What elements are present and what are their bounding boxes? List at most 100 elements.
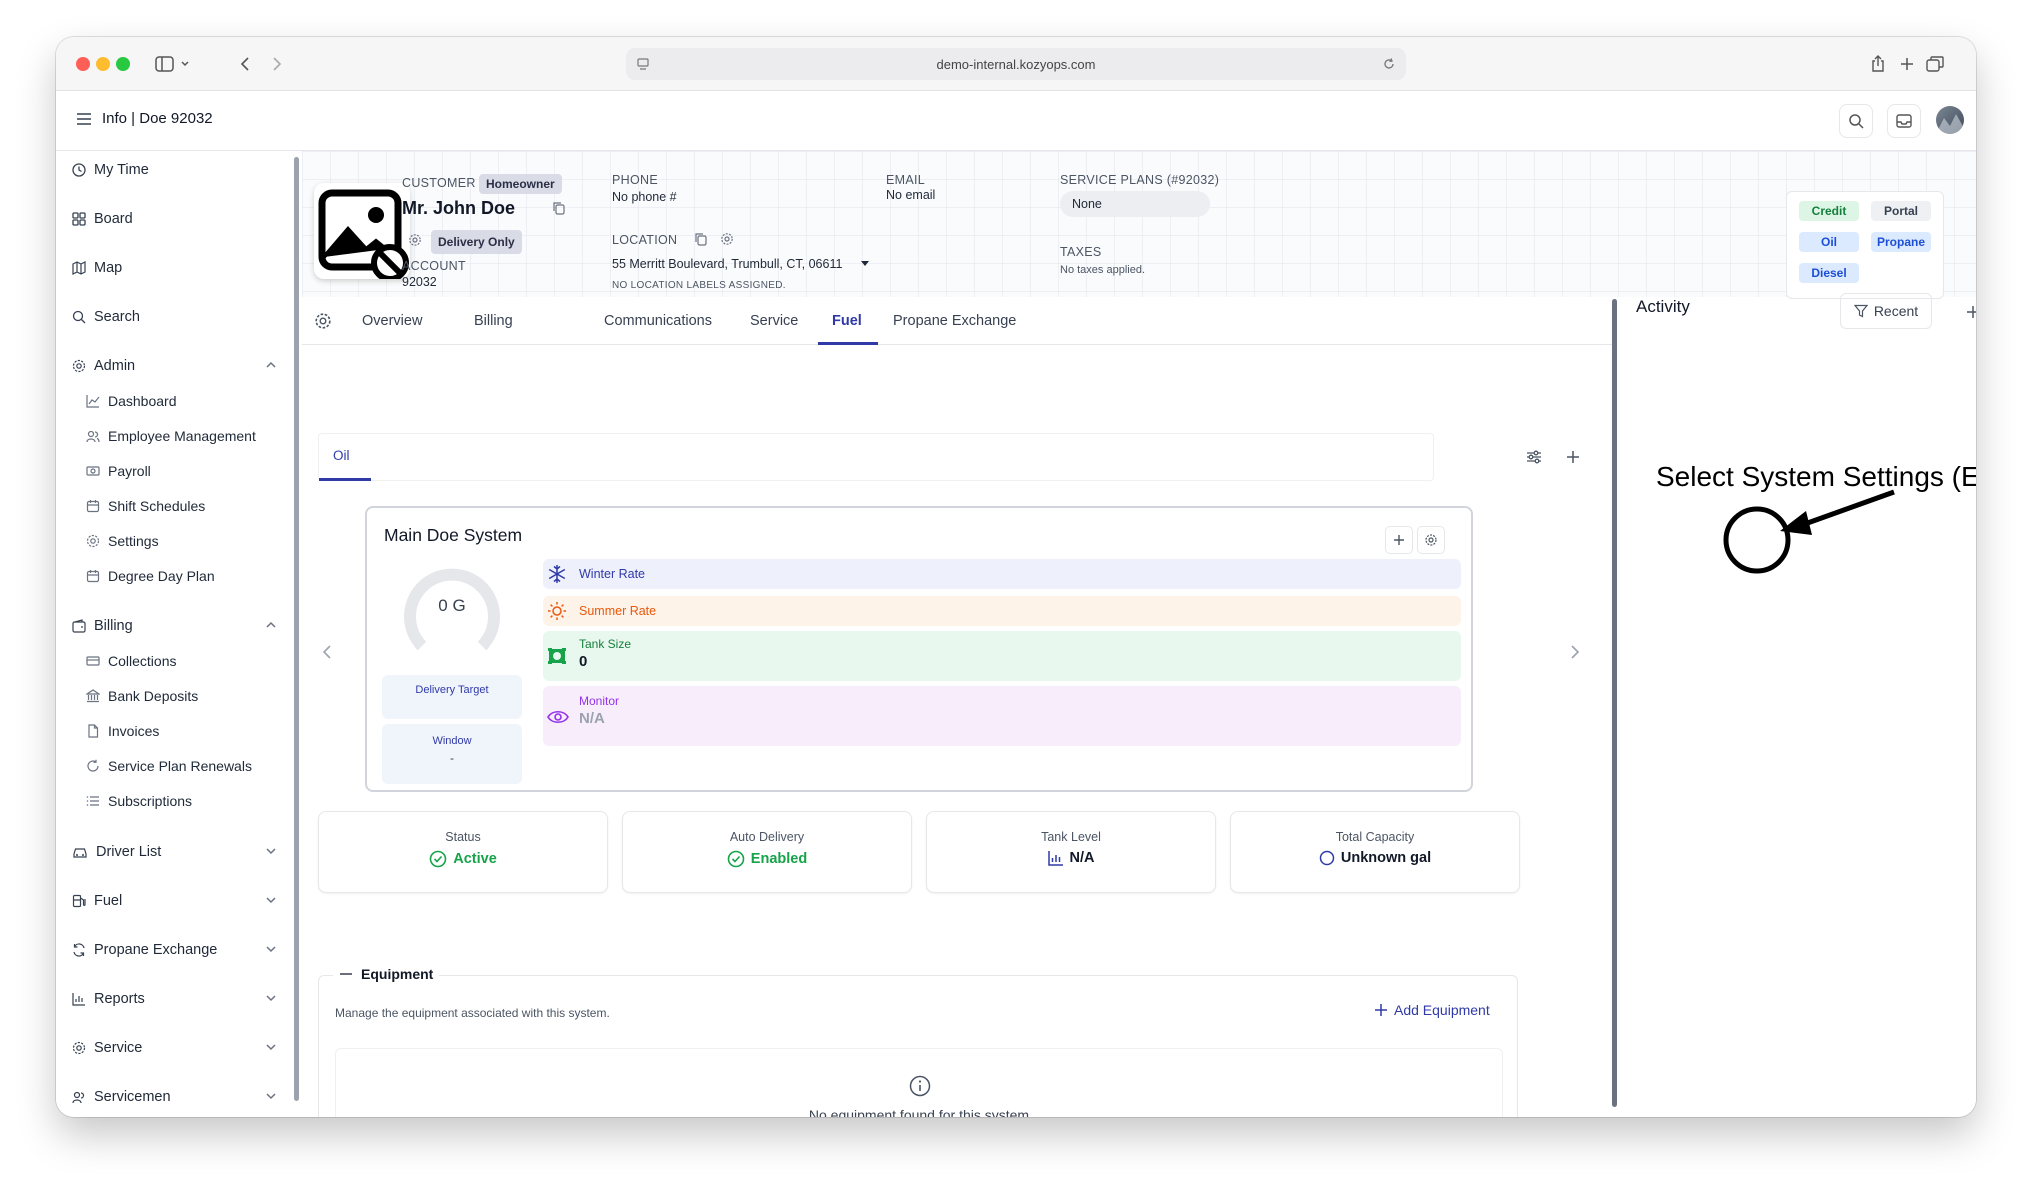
equipment-legend[interactable]: Equipment <box>333 966 440 982</box>
gear-icon[interactable] <box>720 232 734 246</box>
tab-communications[interactable]: Communications <box>604 297 712 345</box>
stat-label: Total Capacity <box>1335 830 1415 844</box>
avatar-image-icon <box>1936 114 1964 134</box>
copy-icon[interactable] <box>694 232 708 246</box>
plus-icon[interactable] <box>1966 305 1976 319</box>
sliders-icon[interactable] <box>1526 449 1542 465</box>
sidebar-item-reports[interactable]: Reports <box>72 988 145 1010</box>
address-bar[interactable]: demo-internal.kozyops.com <box>626 48 1406 80</box>
sidebar-toggle-button[interactable] <box>148 51 198 77</box>
sidebar-item-employee-management[interactable]: Employee Management <box>86 426 256 446</box>
sidebar-item-bank-deposits[interactable]: Bank Deposits <box>86 686 198 706</box>
app-header: Info | Doe 92032 <box>56 91 1976 151</box>
service-plans-pill[interactable]: None <box>1060 191 1210 217</box>
gauge-value: 0 G <box>438 596 466 615</box>
chevron-down-icon[interactable] <box>265 1092 277 1100</box>
tab-oil[interactable]: Oil <box>333 448 350 463</box>
tab-overview-button[interactable] <box>1922 51 1948 77</box>
back-button[interactable] <box>231 51 259 77</box>
sidebar-scrollbar[interactable] <box>294 157 299 1101</box>
plus-icon[interactable] <box>1566 450 1580 464</box>
system-stats: Status Active Auto Delivery Enabled Tank… <box>318 811 1558 895</box>
sidebar-item-settings[interactable]: Settings <box>86 531 159 551</box>
carousel-next-icon[interactable] <box>1570 644 1580 660</box>
system-name: Main Doe System <box>384 525 523 545</box>
tank-size-row[interactable]: Tank Size 0 <box>543 631 1461 681</box>
refresh-icon <box>87 759 99 772</box>
user-avatar[interactable] <box>1936 106 1964 134</box>
location-value[interactable]: 55 Merritt Boulevard, Trumbull, CT, 0661… <box>612 257 842 271</box>
chevron-down-icon[interactable] <box>265 994 277 1002</box>
tab-fuel[interactable]: Fuel <box>832 297 862 345</box>
new-tab-button[interactable] <box>1894 51 1920 77</box>
clock-icon <box>72 163 86 177</box>
winter-rate-row[interactable]: Winter Rate <box>543 559 1461 589</box>
caret-down-icon[interactable] <box>860 260 870 268</box>
maximize-window-button[interactable] <box>116 57 130 71</box>
sidebar-item-billing[interactable]: Billing <box>72 615 133 637</box>
activity-filter-button[interactable]: Recent <box>1840 293 1932 329</box>
chevron-down-icon[interactable] <box>265 847 277 855</box>
global-search-button[interactable] <box>1839 104 1873 138</box>
delivery-target-box[interactable]: Delivery Target <box>382 675 522 719</box>
sidebar-item-search[interactable]: Search <box>72 306 140 328</box>
chevron-up-icon[interactable] <box>265 361 277 369</box>
activity-title: Activity <box>1636 297 1690 316</box>
sidebar-item-map[interactable]: Map <box>72 257 122 279</box>
sidebar-item-board[interactable]: Board <box>72 208 133 230</box>
add-to-system-button[interactable] <box>1385 526 1413 554</box>
tab-billing[interactable]: Billing <box>474 297 513 345</box>
equipment-section: Equipment Manage the equipment associate… <box>318 966 1518 1117</box>
sidebar-item-fuel[interactable]: Fuel <box>72 890 122 912</box>
minimize-window-button[interactable] <box>96 57 110 71</box>
sidebar-item-propane-exchange[interactable]: Propane Exchange <box>72 939 217 961</box>
chevron-down-icon[interactable] <box>265 896 277 904</box>
sidebar-item-driver-list[interactable]: Driver List <box>72 841 161 863</box>
hamburger-menu-button[interactable] <box>76 112 92 126</box>
window-box[interactable]: Window - <box>382 724 522 784</box>
chevron-up-icon[interactable] <box>265 621 277 629</box>
customer-avatar[interactable] <box>314 183 410 279</box>
system-settings-button[interactable] <box>1417 526 1445 554</box>
gear-icon <box>72 1041 86 1055</box>
sidebar-item-dashboard[interactable]: Dashboard <box>86 391 177 411</box>
tab-settings-gear-icon[interactable] <box>314 312 332 330</box>
sidebar-item-service-plan-renewals[interactable]: Service Plan Renewals <box>86 756 252 776</box>
share-button[interactable] <box>1865 51 1891 77</box>
gear-icon[interactable] <box>408 233 422 247</box>
sidebar-item-degree-day-plan[interactable]: Degree Day Plan <box>86 566 215 586</box>
chevron-down-icon[interactable] <box>265 1043 277 1051</box>
summer-rate-row[interactable]: Summer Rate <box>543 596 1461 626</box>
monitor-row[interactable]: Monitor N/A <box>543 686 1461 746</box>
sidebar-item-shift-schedules[interactable]: Shift Schedules <box>86 496 205 516</box>
tab-overview[interactable]: Overview <box>362 297 422 345</box>
inbox-button[interactable] <box>1887 104 1921 138</box>
gear-icon <box>86 534 100 548</box>
sidebar-item-servicemen[interactable]: Servicemen <box>72 1086 171 1108</box>
tag-oil: Oil <box>1799 232 1859 252</box>
sidebar-item-label: Billing <box>94 618 133 634</box>
chevron-down-icon[interactable] <box>265 945 277 953</box>
chart-line-icon <box>86 395 100 408</box>
forward-button[interactable] <box>263 51 291 77</box>
sidebar-item-invoices[interactable]: Invoices <box>86 721 159 741</box>
copy-icon[interactable] <box>552 201 566 215</box>
close-window-button[interactable] <box>76 57 90 71</box>
sidebar-item-my-time[interactable]: My Time <box>72 159 149 181</box>
sidebar-subitem-label: Payroll <box>108 463 151 479</box>
reload-icon <box>1384 58 1394 69</box>
sidebar: My Time Board Map Search Admin Dashboard… <box>56 151 296 1117</box>
sidebar-item-collections[interactable]: Collections <box>86 651 176 671</box>
sidebar-item-service[interactable]: Service <box>72 1037 142 1059</box>
carousel-prev-icon[interactable] <box>322 644 332 660</box>
sidebar-item-subscriptions[interactable]: Subscriptions <box>86 791 192 811</box>
customer-header: CUSTOMER Homeowner Mr. John Doe Delivery… <box>302 151 1976 299</box>
add-equipment-button[interactable]: Add Equipment <box>1374 1002 1490 1018</box>
sidebar-item-payroll[interactable]: Payroll <box>86 461 151 481</box>
location-label: LOCATION <box>612 233 678 247</box>
tab-service[interactable]: Service <box>750 297 798 345</box>
tab-propane-exchange[interactable]: Propane Exchange <box>893 297 1016 345</box>
main-scrollbar[interactable] <box>1612 299 1617 1107</box>
sun-icon <box>548 602 566 620</box>
sidebar-item-admin[interactable]: Admin <box>72 355 135 377</box>
